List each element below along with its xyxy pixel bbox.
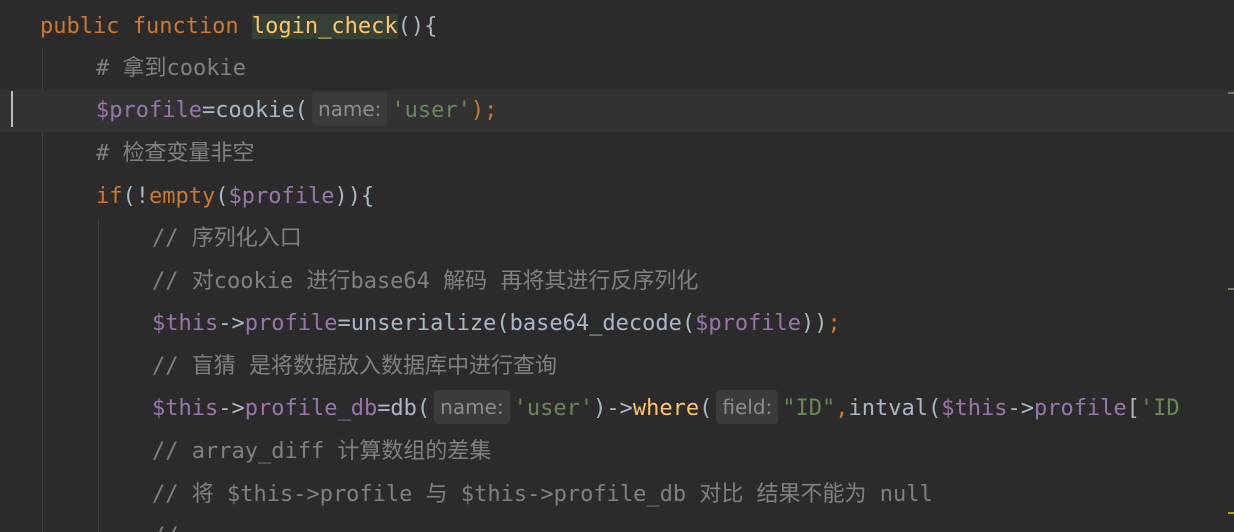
code-line-current[interactable]: $profile=cookie(name:'user'); [0,90,1234,132]
code-token: $this [941,396,1008,421]
code-token: 'ID [1139,396,1180,421]
code-token: // [152,524,179,532]
code-token: =unserialize(base64_decode( [337,311,696,336]
code-token: =db( [377,396,431,421]
code-line[interactable]: // 盲猜 是将数据放入数据库中进行查询 [0,346,1234,388]
code-token: -> [1007,396,1034,421]
code-token: empty [149,184,216,209]
code-line[interactable]: # 检查变量非空 [0,133,1234,175]
change-marker [1228,288,1234,290]
code-token: $profile [96,98,202,123]
code-token: $profile [228,184,335,209]
code-token: ); [470,98,498,123]
code-token: # 拿到cookie [96,56,246,81]
parameter-hint: field: [716,390,779,424]
code-token: profile [244,311,338,336]
code-line[interactable]: // [0,516,1234,532]
code-token: =cookie( [201,98,308,123]
code-token: [ [1126,396,1140,421]
code-line[interactable]: public function login_check(){ [0,6,1234,48]
code-token: ( [699,396,713,421]
code-token: )){ [334,184,375,209]
code-token: ( [215,184,229,209]
code-line[interactable]: // 对cookie 进行base64 解码 再将其进行反序列化 [0,261,1234,303]
code-token: where [632,396,700,421]
code-token: intval( [848,396,942,421]
code-token: $profile [695,311,802,336]
code-token: if [96,184,123,209]
code-token: )-> [593,396,633,421]
code-token: profile [1033,396,1127,421]
code-editor[interactable]: public function login_check(){ # 拿到cookie… [0,0,1234,532]
code-token: "ID" [782,396,836,421]
code-token: )) [801,311,828,336]
code-token: , [835,396,849,421]
code-token: $this [152,396,219,421]
code-token: // 将 $this->profile 与 $this->profile_db … [152,482,933,507]
parameter-hint: name: [434,390,510,424]
code-token: -> [218,396,245,421]
code-line[interactable]: // array_diff 计算数组的差集 [0,431,1234,473]
code-token: ; [827,311,841,336]
code-line[interactable]: // 序列化入口 [0,218,1234,260]
code-line[interactable]: // 将 $this->profile 与 $this->profile_db … [0,474,1234,516]
code-token: 'user' [513,396,594,421]
parameter-hint: name: [311,92,388,126]
code-token: login_check [251,14,398,39]
code-token: // array_diff 计算数组的差集 [152,439,492,464]
code-token: // 序列化入口 [152,226,302,251]
code-line[interactable]: # 拿到cookie [0,48,1234,90]
code-line[interactable]: if(!empty($profile)){ [0,176,1234,218]
code-token: (){ [397,14,438,39]
code-token: // 盲猜 是将数据放入数据库中进行查询 [152,354,557,379]
code-token: profile_db [244,396,378,421]
code-token: 'user' [391,98,471,123]
code-line[interactable]: $this->profile_db=db(name:'user')->where… [0,388,1234,430]
code-token: (! [122,184,150,209]
change-marker [1228,92,1234,94]
code-token: -> [218,311,245,336]
code-line[interactable]: $this->profile=unserialize(base64_decode… [0,303,1234,345]
code-token: public function [40,14,252,39]
change-marker [1228,512,1234,514]
code-token: # 检查变量非空 [96,141,255,166]
code-token: $this [152,311,219,336]
text-caret [11,91,13,127]
code-token: // 对cookie 进行base64 解码 再将其进行反序列化 [152,269,699,294]
